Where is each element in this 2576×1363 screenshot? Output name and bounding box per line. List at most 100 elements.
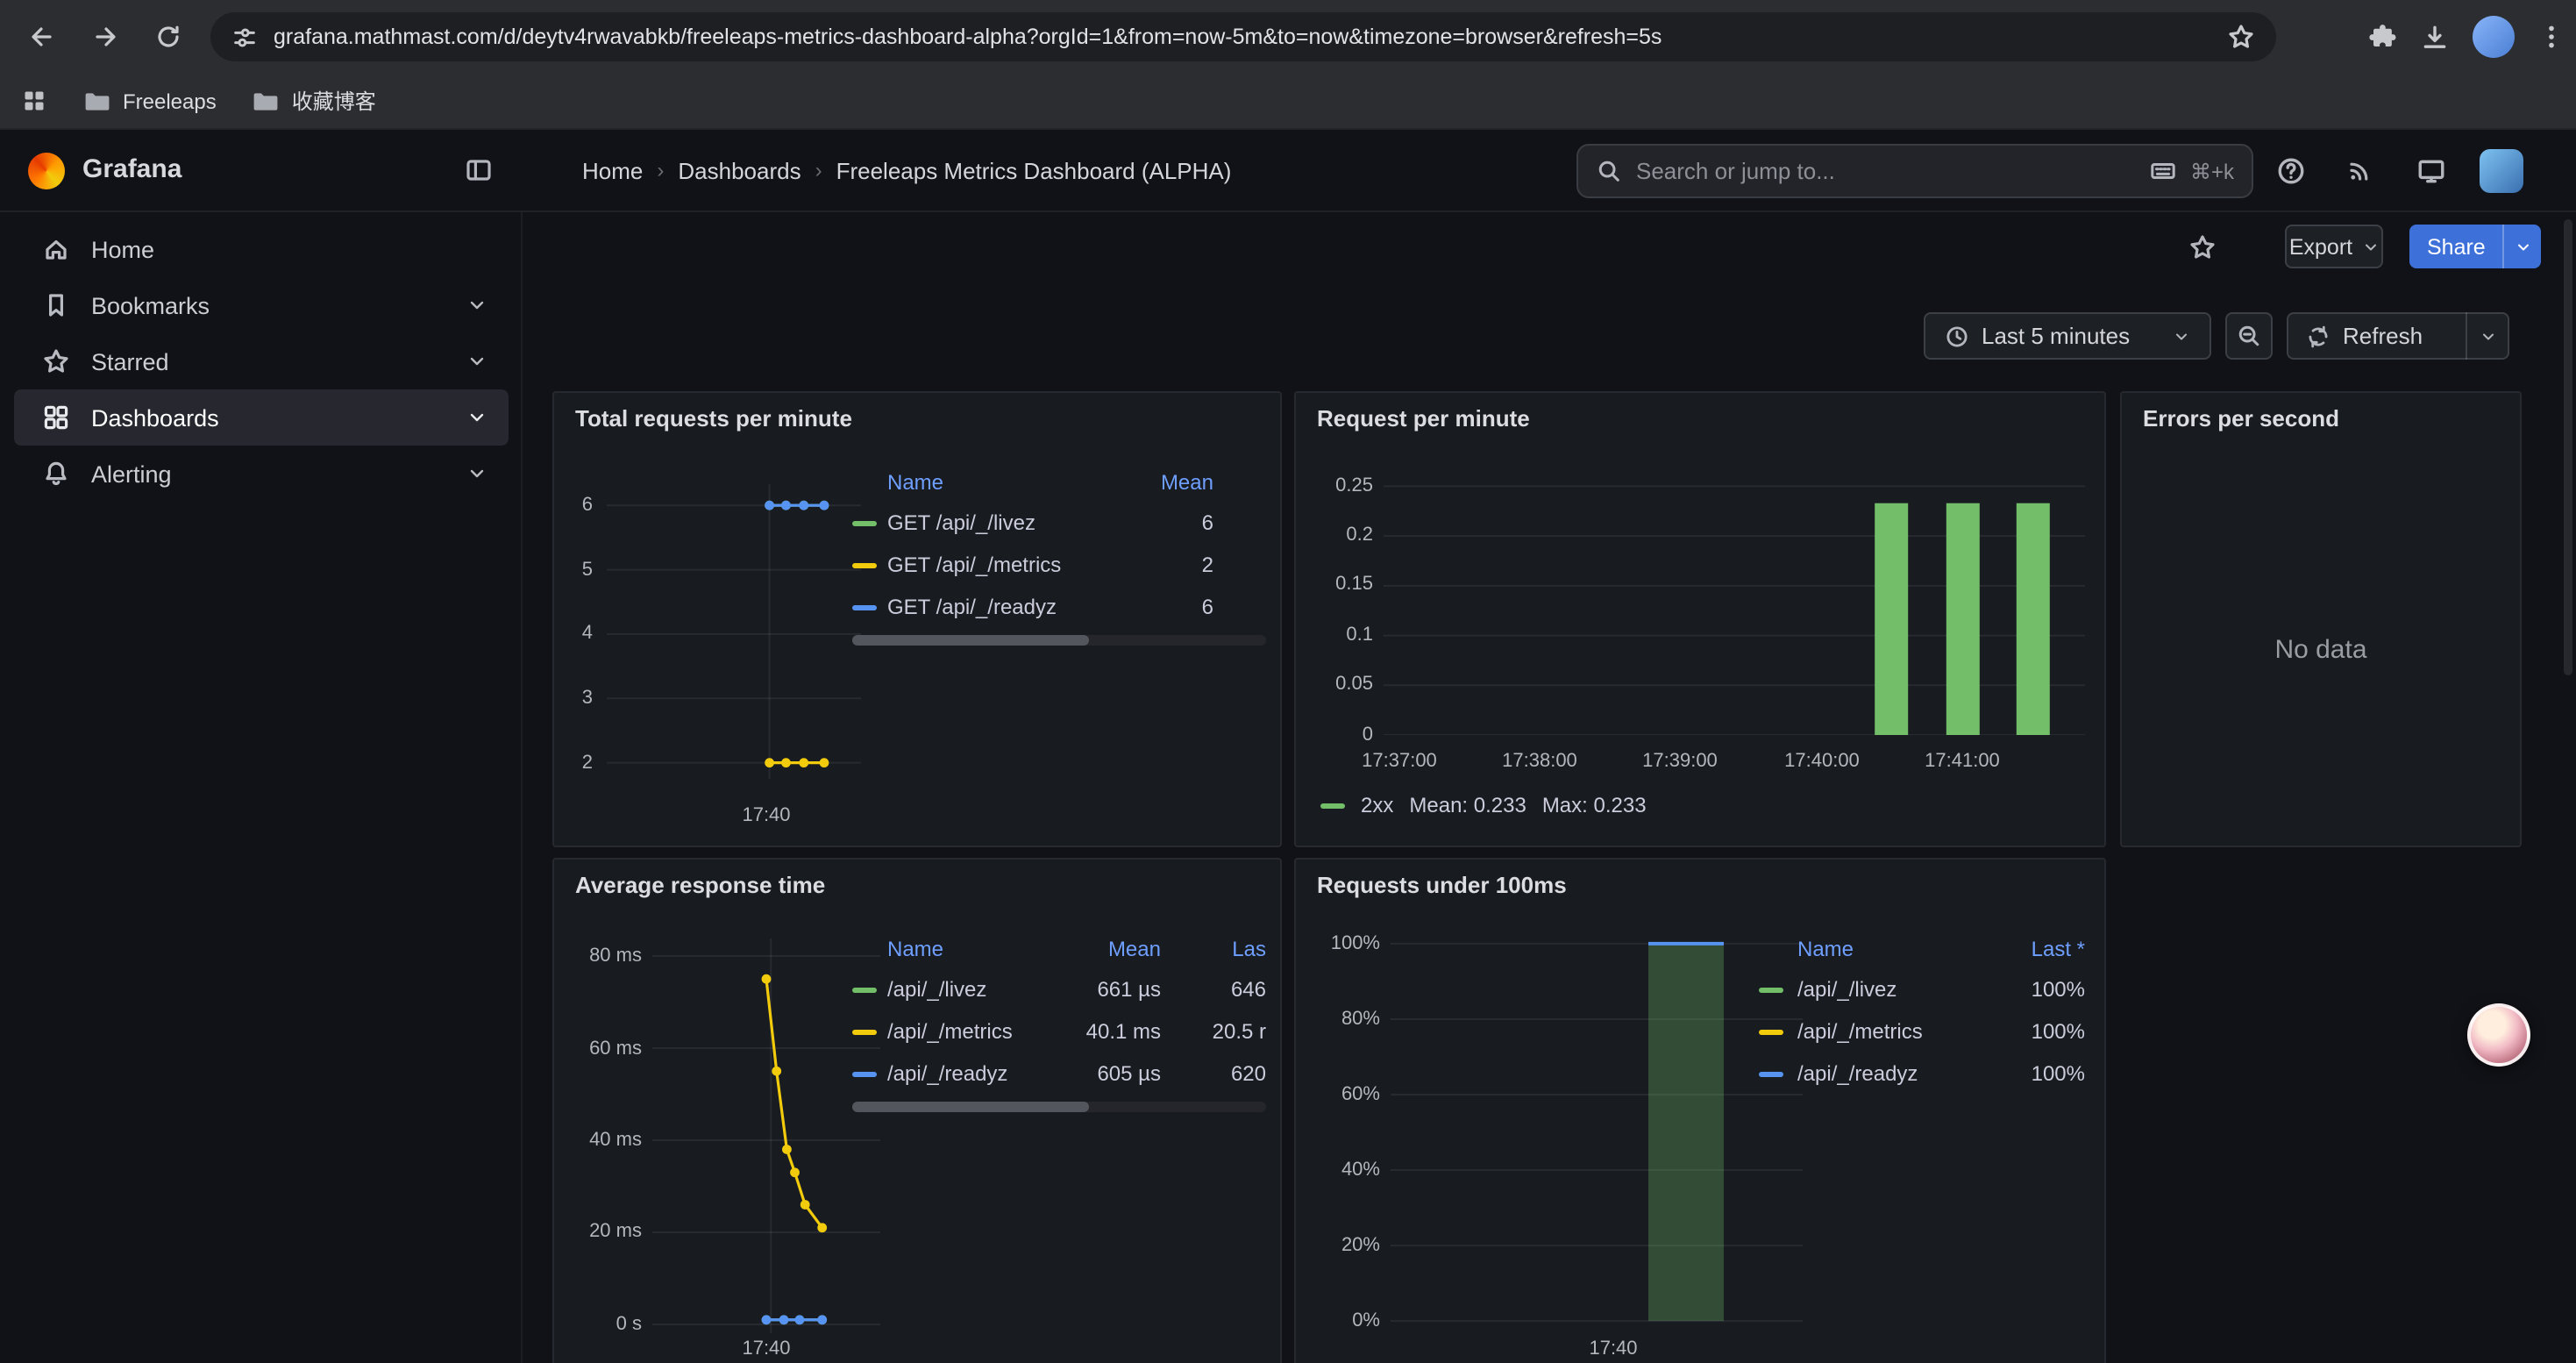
legend-header-name[interactable]: Name: [887, 937, 1049, 961]
x-axis-tick: 17:40: [731, 803, 801, 828]
breadcrumb: Home › Dashboards › Freeleaps Metrics Da…: [582, 130, 1231, 211]
sidebar-item-home[interactable]: Home: [14, 221, 509, 277]
breadcrumb-separator: ›: [657, 158, 664, 182]
page-scrollbar[interactable]: [2564, 219, 2572, 675]
legend-table: Name Mean GET /api/_/livez 6 GET /api/_/…: [852, 463, 1266, 628]
refresh-interval-button[interactable]: [2467, 312, 2508, 360]
floating-assistant-avatar[interactable]: [2467, 1003, 2530, 1067]
rss-icon: [2346, 156, 2374, 184]
bar-chart[interactable]: [1384, 468, 2085, 735]
legend-header-mean[interactable]: Mean: [1107, 470, 1213, 495]
series-last: 646: [1161, 977, 1266, 1002]
browser-menu-icon[interactable]: [2537, 23, 2565, 51]
chevron-down-icon[interactable]: [466, 407, 487, 428]
search-box[interactable]: ⌘+k: [1576, 144, 2253, 198]
legend-header-last[interactable]: Last *: [1983, 937, 2085, 961]
chevron-down-icon[interactable]: [466, 463, 487, 484]
bookmark-star-icon[interactable]: [2227, 23, 2255, 51]
sidebar-item-label: Home: [91, 236, 154, 262]
bookmark-label: Freeleaps: [123, 89, 217, 113]
legend-header-mean[interactable]: Mean: [1049, 937, 1161, 961]
series-name[interactable]: /api/_/metrics: [887, 1019, 1049, 1044]
forward-button[interactable]: [81, 12, 130, 61]
chevron-down-icon[interactable]: [466, 351, 487, 372]
sidebar-item-dashboards[interactable]: Dashboards: [14, 389, 509, 446]
help-button[interactable]: [2269, 149, 2311, 191]
zoom-out-button[interactable]: [2225, 312, 2273, 360]
series-name[interactable]: /api/_/metrics: [1797, 1019, 1983, 1044]
refresh-button[interactable]: Refresh: [2287, 312, 2509, 360]
share-button[interactable]: Share: [2409, 225, 2542, 268]
scrollbar-thumb[interactable]: [852, 635, 1088, 646]
share-menu-button[interactable]: [2505, 225, 2542, 268]
search-input[interactable]: [1636, 158, 2136, 184]
series-mean: Mean: 0.233: [1409, 793, 1526, 817]
panel-title[interactable]: Total requests per minute: [575, 405, 852, 432]
legend-header-name[interactable]: Name: [887, 470, 1107, 495]
chevron-down-icon[interactable]: [466, 295, 487, 316]
dock-sidebar-icon: [465, 156, 493, 184]
time-range-picker[interactable]: Last 5 minutes: [1924, 312, 2211, 360]
y-axis-tick: 0%: [1296, 1309, 1380, 1333]
legend-hscrollbar[interactable]: [852, 635, 1266, 646]
sidebar-item-bookmarks[interactable]: Bookmarks: [14, 277, 509, 333]
panel-title[interactable]: Average response time: [575, 872, 825, 898]
series-color-chip: [1759, 987, 1783, 992]
favorite-star-button[interactable]: [2180, 225, 2224, 268]
download-icon[interactable]: [2420, 22, 2450, 52]
sidebar-item-starred[interactable]: Starred: [14, 333, 509, 389]
browser-toolbar: grafana.mathmast.com/d/deytv4rwavabkb/fr…: [0, 0, 2576, 74]
series-color-chip: [852, 1029, 877, 1034]
user-avatar[interactable]: [2480, 149, 2523, 193]
legend-header-name[interactable]: Name: [1797, 937, 1983, 961]
news-button[interactable]: [2339, 149, 2381, 191]
bar-chart[interactable]: [1391, 930, 1803, 1330]
series-name[interactable]: GET /api/_/readyz: [887, 595, 1107, 619]
apps-grid-icon[interactable]: [21, 88, 47, 114]
y-axis-tick: 0: [1296, 723, 1373, 747]
legend-table: Name Mean Las /api/_/livez 661 µs 646 /a…: [852, 930, 1266, 1095]
series-name[interactable]: 2xx: [1361, 793, 1393, 817]
url-bar[interactable]: grafana.mathmast.com/d/deytv4rwavabkb/fr…: [210, 12, 2276, 61]
forward-icon: [91, 23, 119, 51]
bookmark-item-blogs[interactable]: 收藏博客: [252, 86, 376, 116]
breadcrumb-home[interactable]: Home: [582, 157, 643, 183]
y-axis-tick: 80%: [1296, 1007, 1380, 1031]
site-settings-icon[interactable]: [231, 24, 258, 50]
sidebar-item-alerting[interactable]: Alerting: [14, 446, 509, 502]
panel-title[interactable]: Errors per second: [2143, 405, 2339, 432]
breadcrumb-dashboards[interactable]: Dashboards: [678, 157, 801, 183]
legend-row: /api/_/readyz 100%: [1759, 1053, 2085, 1095]
bookmark-item-freeleaps[interactable]: Freeleaps: [82, 87, 217, 115]
y-axis-tick: 20 ms: [554, 1219, 642, 1244]
legend-row: /api/_/livez 661 µs 646: [852, 968, 1266, 1010]
reload-button[interactable]: [144, 12, 193, 61]
legend-hscrollbar[interactable]: [852, 1102, 1266, 1112]
zoom-out-icon: [2236, 323, 2262, 349]
collapse-sidebar-button[interactable]: [456, 147, 502, 193]
series-name[interactable]: /api/_/livez: [1797, 977, 1983, 1002]
series-name[interactable]: GET /api/_/metrics: [887, 553, 1107, 577]
series-name[interactable]: GET /api/_/livez: [887, 510, 1107, 535]
refresh-main-button[interactable]: Refresh: [2288, 312, 2466, 360]
back-button[interactable]: [18, 12, 67, 61]
line-chart[interactable]: [652, 938, 880, 1333]
panel-title[interactable]: Request per minute: [1317, 405, 1530, 432]
scrollbar-thumb[interactable]: [852, 1102, 1088, 1112]
legend-row: /api/_/readyz 605 µs 620: [852, 1053, 1266, 1095]
series-name[interactable]: /api/_/readyz: [1797, 1061, 1983, 1086]
grafana-logo[interactable]: [28, 153, 65, 189]
line-chart[interactable]: [607, 484, 861, 779]
panel-total-requests: Total requests per minute 6 5 4 3 2 17:4…: [552, 391, 1282, 847]
y-axis-tick: 4: [554, 621, 593, 646]
browser-profile-avatar[interactable]: [2473, 16, 2515, 58]
extensions-icon[interactable]: [2367, 22, 2397, 52]
export-button[interactable]: Export: [2285, 225, 2383, 268]
series-color-chip: [852, 562, 877, 567]
kiosk-mode-button[interactable]: [2409, 149, 2451, 191]
legend-header-last[interactable]: Las: [1161, 937, 1266, 961]
y-axis-tick: 0 s: [554, 1312, 642, 1337]
panel-title[interactable]: Requests under 100ms: [1317, 872, 1567, 898]
series-name[interactable]: /api/_/livez: [887, 977, 1049, 1002]
series-name[interactable]: /api/_/readyz: [887, 1061, 1049, 1086]
